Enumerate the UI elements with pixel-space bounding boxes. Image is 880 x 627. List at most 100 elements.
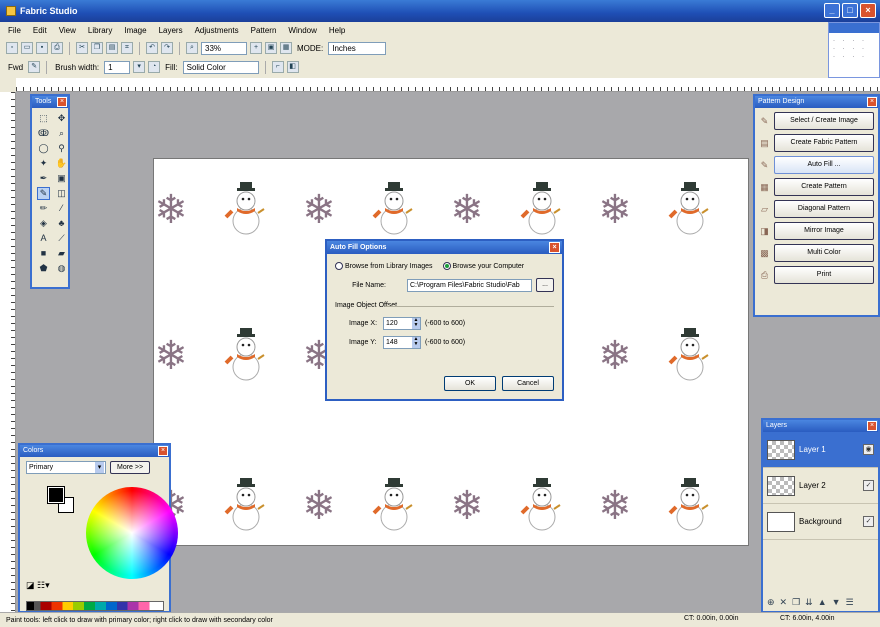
menu-file[interactable]: File — [8, 26, 21, 35]
layer-row[interactable]: Layer 1 ◉ — [763, 432, 878, 468]
maximize-button[interactable]: □ — [842, 3, 858, 18]
print-button[interactable]: Print — [774, 266, 874, 284]
rectangle-shape-icon[interactable]: ■ — [37, 247, 50, 260]
paste-icon[interactable]: ▤ — [106, 42, 118, 54]
save-icon[interactable]: ▪ — [36, 42, 48, 54]
clone-stamp-icon[interactable]: ♣ — [55, 217, 68, 230]
print-icon[interactable]: ⎙ — [51, 42, 63, 54]
close-icon[interactable]: × — [867, 97, 877, 107]
visibility-icon[interactable]: ✓ — [863, 480, 874, 491]
hand-icon[interactable]: ✋ — [55, 157, 68, 170]
line-tool-icon[interactable]: ⟋ — [55, 232, 68, 245]
menu-help[interactable]: Help — [329, 26, 345, 35]
brush-width-field[interactable]: 1 — [104, 60, 131, 74]
merge-layer-icon[interactable]: ⇊ — [805, 597, 813, 608]
visibility-icon[interactable]: ✓ — [863, 516, 874, 527]
paintbrush-icon[interactable]: ✎ — [37, 187, 50, 200]
undo-icon[interactable]: ↶ — [146, 42, 158, 54]
polygon-icon[interactable]: ⬟ — [37, 262, 50, 275]
text-icon[interactable]: A — [37, 232, 50, 245]
fit-icon[interactable]: ▣ — [265, 42, 277, 54]
brush-dropdown-icon[interactable]: ▾ — [133, 61, 146, 73]
zoom-field[interactable]: 33% — [201, 41, 247, 55]
menu-layers[interactable]: Layers — [159, 26, 183, 35]
minimize-button[interactable]: _ — [824, 3, 840, 18]
menu-adjustments[interactable]: Adjustments — [195, 26, 239, 35]
mirror-image-button[interactable]: Mirror Image — [774, 222, 874, 240]
visibility-icon[interactable]: ◉ — [863, 444, 874, 455]
colors-palette-title[interactable]: Colors × — [20, 445, 169, 457]
magic-wand-icon[interactable]: ✦ — [37, 157, 50, 170]
close-button[interactable]: × — [860, 3, 876, 18]
antialias-icon[interactable]: ◔ — [148, 61, 161, 73]
open-folder-icon[interactable]: ▭ — [21, 42, 33, 54]
computer-radio[interactable] — [442, 262, 451, 270]
close-icon[interactable]: × — [57, 97, 67, 107]
close-icon[interactable]: × — [549, 242, 560, 253]
menu-image[interactable]: Image — [124, 26, 146, 35]
computer-option[interactable]: Browse your Computer — [442, 262, 524, 270]
pencil-icon[interactable]: ✏ — [37, 202, 50, 215]
zoom-icon[interactable]: ⌕ — [186, 42, 198, 54]
palette-menu-icon[interactable]: ☷▾ — [37, 580, 50, 590]
pen-icon[interactable]: ✒ — [37, 172, 50, 185]
lasso-icon[interactable]: ↂ — [37, 127, 50, 140]
new-icon[interactable]: ▫ — [6, 42, 18, 54]
swap-colors-icon[interactable]: ◪ — [26, 580, 35, 590]
add-layer-icon[interactable]: ⊕ — [767, 597, 775, 608]
file-path-field[interactable]: C:\Program Files\Fabric Studio\Fab — [407, 278, 532, 292]
pattern-palette-title[interactable]: Pattern Design × — [755, 96, 878, 108]
brush-icon[interactable]: ✎ — [28, 61, 41, 73]
tools-palette-title[interactable]: Tools × — [32, 96, 68, 108]
more-colors-button[interactable]: More >> — [110, 461, 151, 474]
layers-palette-title[interactable]: Layers × — [763, 420, 878, 432]
ellipse-select-icon[interactable]: ◯ — [37, 142, 50, 155]
library-radio[interactable] — [335, 262, 343, 270]
spin-icon[interactable]: ▲ ▼ — [412, 318, 420, 329]
menu-window[interactable]: Window — [288, 26, 316, 35]
create-fabric-pattern-button[interactable]: Create Fabric Pattern — [774, 134, 874, 152]
diagonal-pattern-button[interactable]: Diagonal Pattern — [774, 200, 874, 218]
cancel-button[interactable]: Cancel — [502, 376, 554, 391]
duplicate-layer-icon[interactable]: ❐ — [792, 597, 800, 608]
layer-row[interactable]: Background ✓ — [763, 504, 878, 540]
navigator-preview[interactable]: · · · · · · · · · · · · — [829, 33, 879, 65]
offset-y-stepper[interactable]: 148 ▲ ▼ — [383, 336, 421, 349]
eraser-icon[interactable]: ◫ — [55, 187, 68, 200]
magnify-icon[interactable]: ⚲ — [55, 142, 68, 155]
create-pattern-button[interactable]: Create Pattern — [774, 178, 874, 196]
color-palette-strip[interactable] — [26, 601, 164, 611]
rectangle-select-icon[interactable]: ⬚ — [37, 112, 50, 125]
actual-size-icon[interactable]: ▦ — [280, 42, 292, 54]
copy-icon[interactable]: ❐ — [91, 42, 103, 54]
close-icon[interactable]: × — [867, 421, 877, 431]
delete-layer-icon[interactable]: ✕ — [780, 597, 788, 608]
spin-icon[interactable]: ▲ ▼ — [412, 337, 420, 348]
swatch-tool-icon[interactable]: ▣ — [55, 172, 68, 185]
close-icon[interactable]: × — [158, 446, 168, 456]
recolor-icon[interactable]: ◍ — [55, 262, 68, 275]
color-target-select[interactable]: Primary — [26, 461, 106, 474]
color-wheel[interactable] — [86, 487, 178, 579]
redo-icon[interactable]: ↷ — [161, 42, 173, 54]
ok-button[interactable]: OK — [444, 376, 496, 391]
multi-color-button[interactable]: Multi Color — [774, 244, 874, 262]
zoom-in-icon[interactable]: + — [250, 42, 262, 54]
layer-properties-icon[interactable]: ☰ — [846, 597, 854, 608]
zoom-tool-icon[interactable]: ⌕ — [55, 127, 68, 140]
layer-row[interactable]: Layer 2 ✓ — [763, 468, 878, 504]
menu-library[interactable]: Library — [88, 26, 112, 35]
eyedropper-icon[interactable]: ⁄ — [55, 202, 68, 215]
offset-x-stepper[interactable]: 120 ▲ ▼ — [383, 317, 421, 330]
auto-fill-button[interactable]: Auto Fill ... — [774, 156, 874, 174]
line-style-icon[interactable]: ⌐ — [271, 61, 284, 73]
select-create-image-button[interactable]: Select / Create Image — [774, 112, 874, 130]
library-option[interactable]: Browse from Library Images — [335, 262, 433, 270]
fill-select[interactable]: Solid Color — [182, 60, 259, 74]
menu-view[interactable]: View — [59, 26, 76, 35]
units-select[interactable]: Inches — [328, 41, 387, 55]
rounded-shape-icon[interactable]: ▰ — [55, 247, 68, 260]
primary-color-swatch[interactable] — [47, 486, 65, 504]
dialog-title-bar[interactable]: Auto Fill Options × — [327, 241, 562, 254]
move-up-icon[interactable]: ▲ — [818, 597, 827, 608]
